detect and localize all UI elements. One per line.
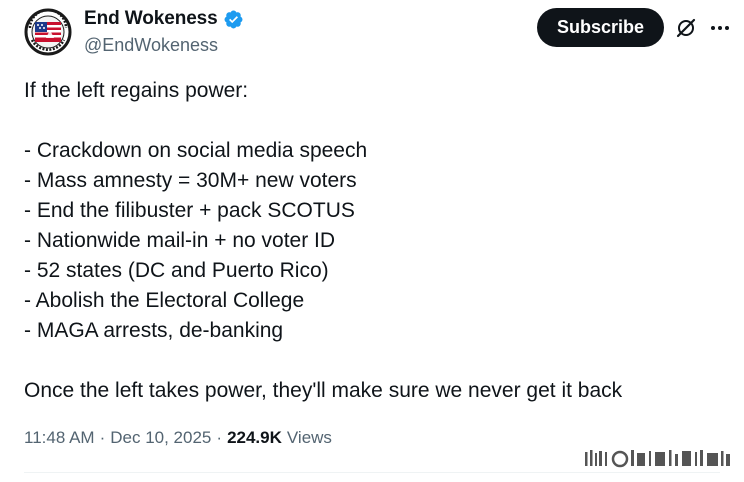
avatar-seal-icon (24, 8, 72, 56)
tweet-line: - MAGA arrests, de-banking (24, 319, 284, 342)
post-time[interactable]: 11:48 AM (24, 428, 95, 448)
tweet-line-break (24, 106, 724, 136)
tweet-text: If the left regains power: - Crackdown o… (24, 76, 724, 406)
author-avatar[interactable] (24, 8, 72, 56)
more-options-icon[interactable] (708, 16, 732, 40)
tweet-line: Once the left takes power, they'll make … (24, 379, 623, 402)
post-date[interactable]: Dec 10, 2025 (110, 428, 211, 448)
author-handle[interactable]: @EndWokeness (84, 35, 218, 56)
verified-badge-icon[interactable] (223, 9, 244, 30)
tweet-line: - End the filibuster + pack SCOTUS (24, 199, 355, 222)
tweet-line: - Abolish the Electoral College (24, 289, 305, 312)
tweet-line: If the left regains power: (24, 79, 249, 102)
views-label: Views (286, 428, 332, 447)
tweet: End Wokeness @EndWokeness Subscribe If t… (0, 0, 744, 482)
tweet-meta: 11:48 AM · Dec 10, 2025 · 224.9K Views (24, 426, 332, 450)
meta-separator: · (216, 428, 223, 447)
tweet-line: - Nationwide mail-in + no voter ID (24, 229, 336, 252)
tweet-line: - Mass amnesty = 30M+ new voters (24, 169, 357, 192)
tweet-line: - Crackdown on social media speech (24, 139, 368, 162)
author-display-name[interactable]: End Wokeness (84, 8, 218, 30)
divider (24, 472, 720, 473)
author-name-row: End Wokeness (84, 7, 244, 31)
subscribe-button[interactable]: Subscribe (537, 8, 664, 47)
watermark-logo (583, 446, 733, 472)
views-count[interactable]: 224.9K (227, 428, 282, 448)
grok-icon[interactable] (674, 16, 698, 40)
tweet-line-break (24, 346, 724, 376)
meta-separator: · (99, 428, 106, 447)
tweet-line: - 52 states (DC and Puerto Rico) (24, 259, 329, 282)
